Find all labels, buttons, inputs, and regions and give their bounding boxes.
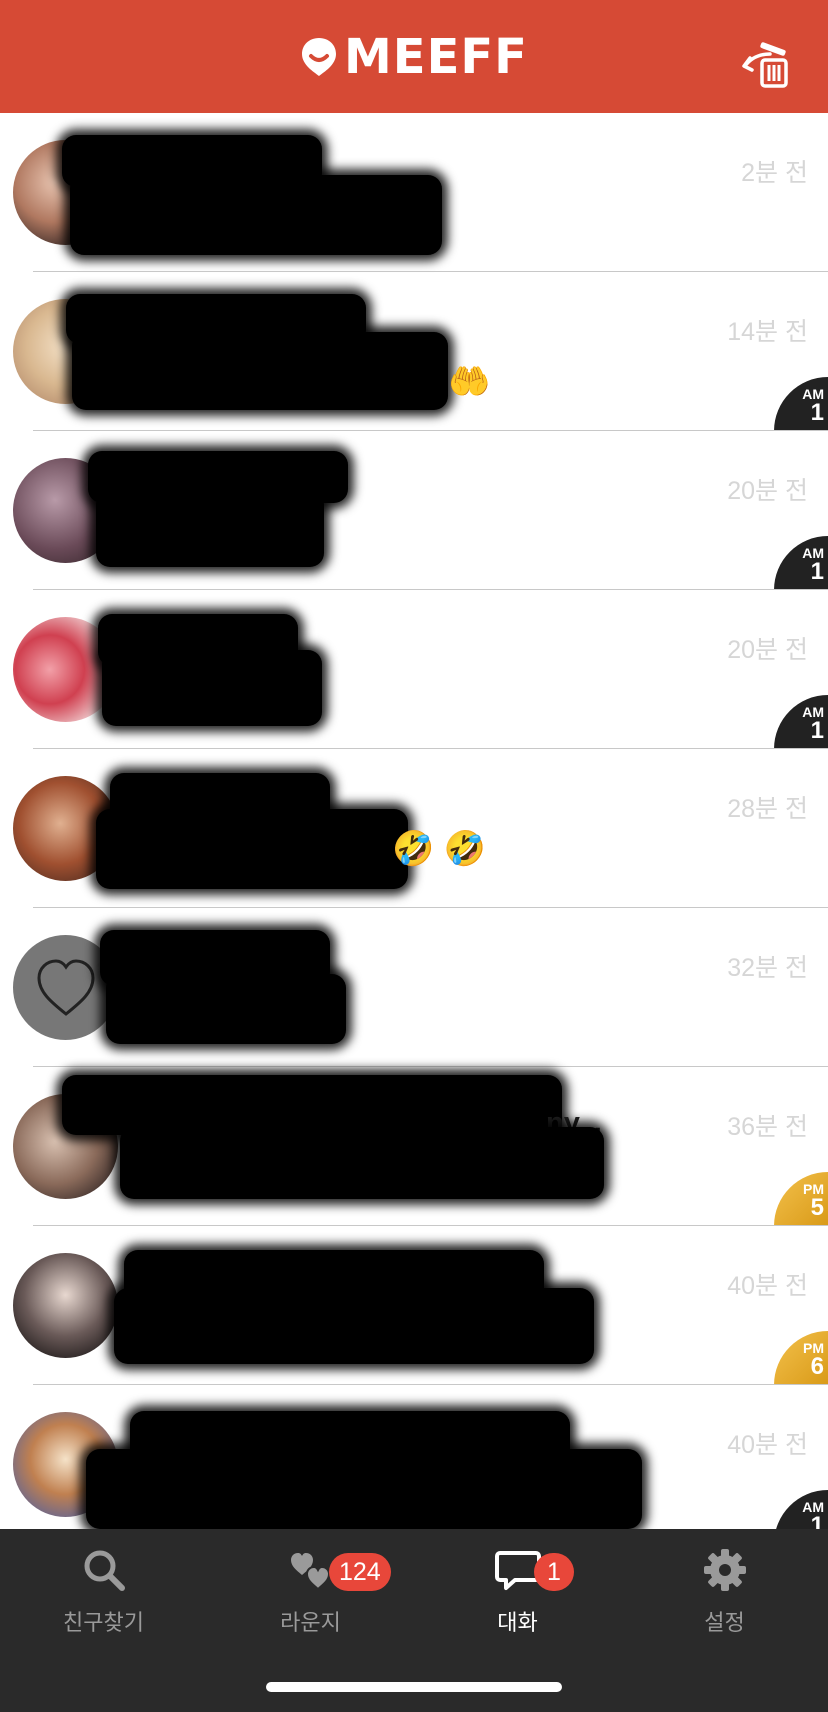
search-icon bbox=[84, 1550, 125, 1591]
chat-row[interactable]: 20분 전 AM 1 bbox=[0, 431, 828, 590]
emoji: 🤣 🤣 bbox=[392, 830, 487, 868]
chat-time: 14분 전 bbox=[727, 318, 808, 346]
chat-row[interactable]: 32분 전 bbox=[0, 908, 828, 1067]
chat-time: 2분 전 bbox=[741, 159, 808, 187]
tab-find-friends[interactable]: 친구찾기 bbox=[0, 1547, 207, 1667]
tab-label: 친구찾기 bbox=[63, 1610, 144, 1635]
tab-lounge[interactable]: 라운지 124 bbox=[207, 1547, 414, 1667]
emoji: 🤲 bbox=[448, 363, 491, 401]
ampm-badge: AM 1 bbox=[774, 1490, 828, 1529]
restore-trash-icon[interactable] bbox=[740, 42, 792, 90]
avatar[interactable] bbox=[13, 1253, 118, 1358]
chat-time: 28분 전 bbox=[727, 795, 808, 823]
chat-row[interactable]: 40분 전 PM 6 bbox=[0, 1226, 828, 1385]
gear-icon bbox=[703, 1549, 746, 1591]
chat-row[interactable]: 40분 전 AM 1 bbox=[0, 1385, 828, 1529]
chat-time: 20분 전 bbox=[727, 477, 808, 505]
meeff-logo-icon bbox=[302, 37, 337, 76]
chat-row[interactable]: 🤲 14분 전 AM 1 bbox=[0, 272, 828, 431]
chat-row[interactable]: ny... 36분 전 PM 5 bbox=[0, 1067, 828, 1226]
ampm-badge: AM 1 bbox=[774, 377, 828, 431]
chat-list[interactable]: 2분 전 🤲 14분 전 AM1 20분 전 AM1 20분 전 AM1 bbox=[0, 113, 828, 1529]
meeff-logo: MEEFF bbox=[300, 29, 528, 85]
chat-count-badge: 1 bbox=[534, 1553, 574, 1591]
chat-row[interactable]: 🤣 🤣 28분 전 bbox=[0, 749, 828, 908]
home-indicator bbox=[266, 1682, 562, 1692]
tab-settings[interactable]: 설정 bbox=[621, 1547, 828, 1667]
ampm-badge: AM 1 bbox=[774, 536, 828, 590]
chat-row[interactable]: 2분 전 bbox=[0, 113, 828, 272]
ampm-badge: PM 5 bbox=[774, 1172, 828, 1226]
lounge-count-badge: 124 bbox=[329, 1553, 391, 1591]
chat-time: 32분 전 bbox=[727, 954, 808, 982]
ampm-badge: AM 1 bbox=[774, 695, 828, 749]
tab-label: 대화 bbox=[497, 1610, 538, 1635]
tab-label: 설정 bbox=[704, 1610, 745, 1635]
ampm-badge: PM 6 bbox=[774, 1331, 828, 1385]
tab-label: 라운지 bbox=[280, 1610, 341, 1635]
logo-text: MEEFF bbox=[344, 28, 528, 85]
app-header: MEEFF bbox=[0, 0, 828, 113]
chat-time: 40분 전 bbox=[727, 1272, 808, 1300]
heart-chat-icon bbox=[36, 958, 95, 1016]
chat-row[interactable]: 20분 전 AM 1 bbox=[0, 590, 828, 749]
chat-time: 36분 전 bbox=[727, 1113, 808, 1141]
chat-time: 20분 전 bbox=[727, 636, 808, 664]
lounge-hearts-icon bbox=[290, 1553, 330, 1591]
tab-chat[interactable]: 대화 1 bbox=[414, 1547, 621, 1667]
chat-time: 40분 전 bbox=[727, 1431, 808, 1459]
bottom-tab-bar: 친구찾기 라운지 124 대화 1 설정 bbox=[0, 1529, 828, 1712]
